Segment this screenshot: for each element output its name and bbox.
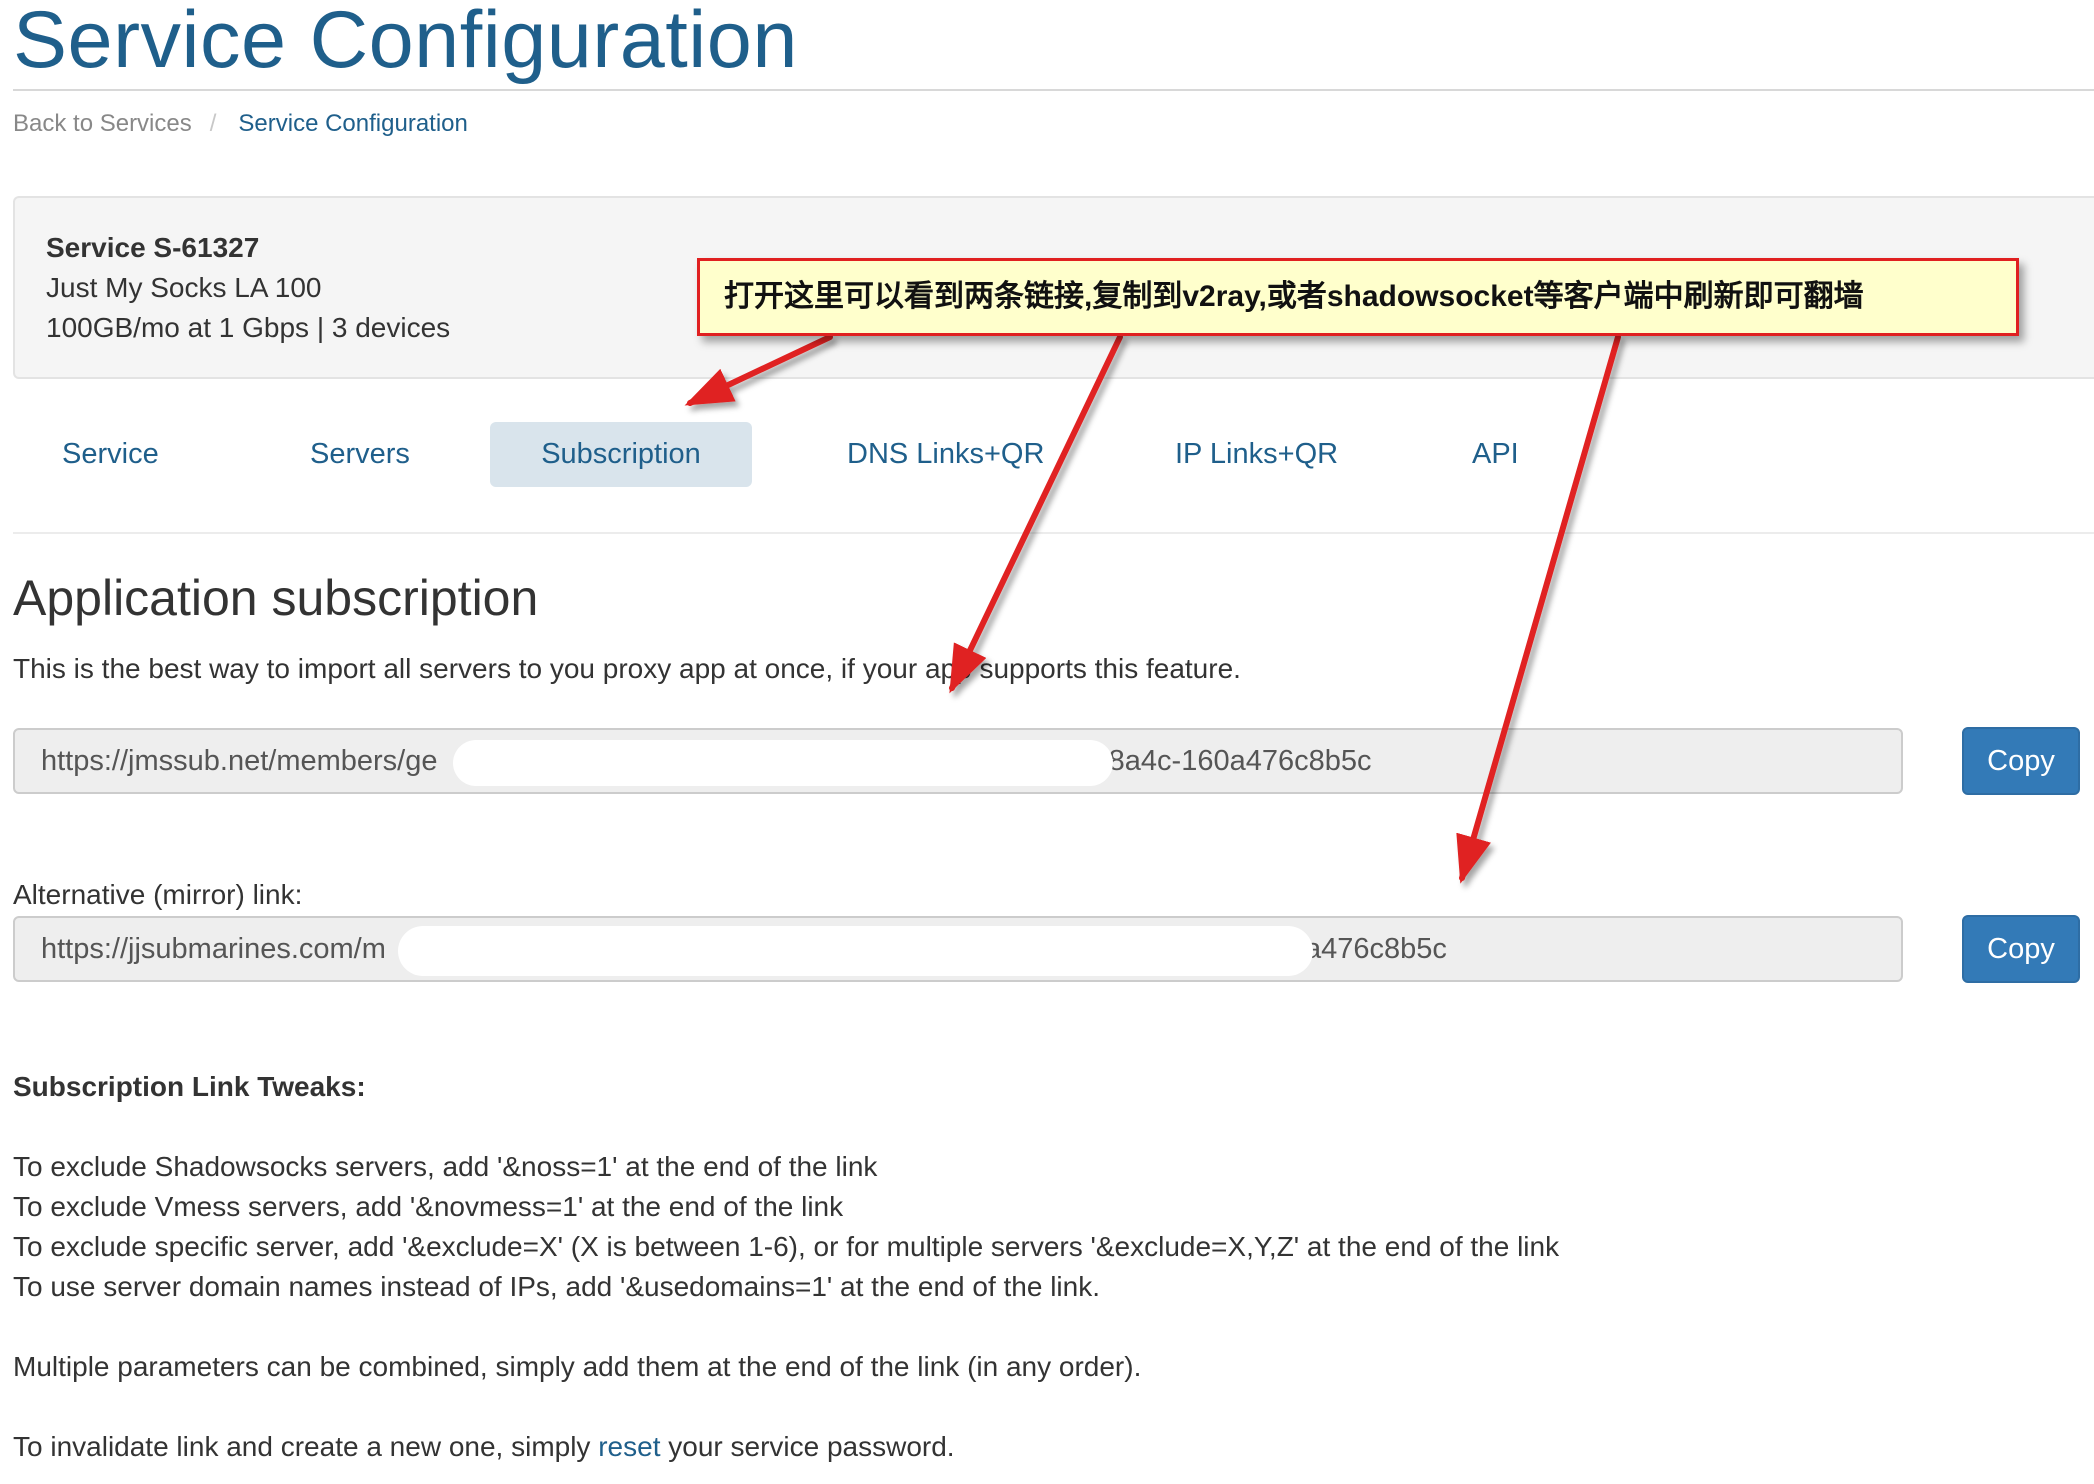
arrow-to-subscription-tab xyxy=(684,334,833,406)
annotation-callout: 打开这里可以看到两条链接,复制到v2ray,或者shadowsocket等客户端… xyxy=(697,258,2019,336)
arrow-to-mirror-link xyxy=(1456,334,1621,884)
annotation-arrows xyxy=(684,334,1621,884)
arrow-to-subscription-link xyxy=(949,334,1123,694)
